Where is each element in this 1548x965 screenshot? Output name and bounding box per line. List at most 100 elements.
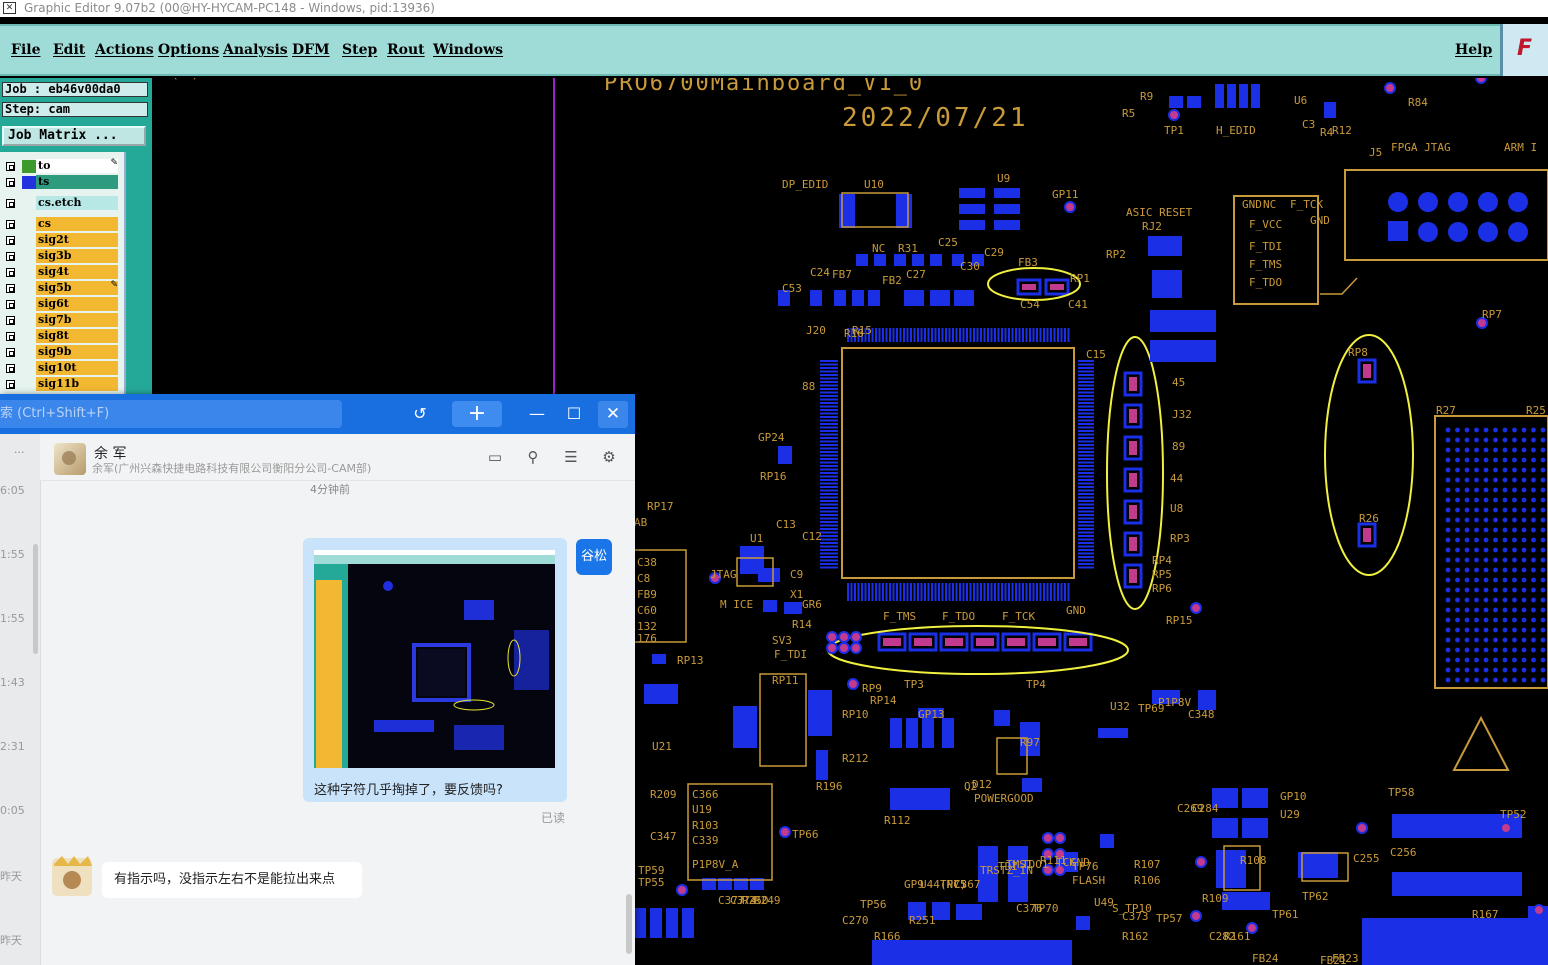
menu-step[interactable]: Step xyxy=(342,42,377,58)
bga-ball xyxy=(1512,467,1517,473)
chat-search-input[interactable]: 索 (Ctrl+Shift+F) xyxy=(0,400,342,428)
layer-name[interactable]: cs xyxy=(36,217,118,231)
layer-row-sig6t[interactable]: sig6t xyxy=(0,296,124,312)
layer-row-to[interactable]: to ✎ xyxy=(0,158,124,174)
menu-file[interactable]: File xyxy=(11,42,40,58)
layer-row-cs[interactable]: cs xyxy=(0,216,124,232)
contact-avatar-small[interactable] xyxy=(48,854,96,898)
layer-name[interactable]: sig5b xyxy=(36,281,118,295)
layer-checkbox[interactable] xyxy=(6,268,15,277)
ic-pin xyxy=(875,328,877,342)
menu-analysis[interactable]: Analysis xyxy=(223,42,288,58)
ic-pin xyxy=(906,583,909,601)
bga-ball xyxy=(1521,647,1527,653)
layer-checkbox[interactable] xyxy=(6,252,15,261)
via xyxy=(850,631,862,643)
layer-row-sig4t[interactable]: sig4t xyxy=(0,264,124,280)
layer-name[interactable]: sig11b xyxy=(36,377,118,391)
bga-ball xyxy=(1483,667,1489,673)
layer-name[interactable]: sig6t xyxy=(36,297,118,311)
bga-ball xyxy=(1502,667,1508,673)
ic-pin xyxy=(820,363,838,366)
close-button[interactable]: ✕ xyxy=(598,401,628,428)
layer-row-ts[interactable]: ts xyxy=(0,174,124,190)
bga-ball xyxy=(1483,477,1489,483)
ic-pin xyxy=(820,517,838,520)
layer-name[interactable]: sig8t xyxy=(36,329,118,343)
maximize-icon[interactable]: ☐ xyxy=(563,403,585,425)
layer-row-sig11b[interactable]: sig11b xyxy=(0,376,124,392)
smd-pad-block xyxy=(1098,728,1128,738)
bga-ball xyxy=(1531,597,1536,603)
layer-name[interactable]: sig7b xyxy=(36,313,118,327)
layer-row-sig7b[interactable]: sig7b xyxy=(0,312,124,328)
add-button[interactable]: + xyxy=(452,401,502,427)
self-avatar[interactable]: 谷松 xyxy=(576,539,612,575)
sent-message-bubble[interactable]: 这种字符几乎掏掉了，要反馈吗? xyxy=(303,538,567,802)
add-member-icon[interactable]: ⚲ xyxy=(522,446,544,468)
ic-pin xyxy=(820,416,838,418)
layer-checkbox[interactable] xyxy=(6,316,15,325)
layer-name[interactable]: sig4t xyxy=(36,265,118,279)
layer-name[interactable]: to xyxy=(36,159,118,173)
bga-ball xyxy=(1521,617,1527,623)
menu-rout[interactable]: Rout xyxy=(387,42,425,58)
pcb-component-label: J5 xyxy=(1369,146,1382,159)
layer-checkbox[interactable] xyxy=(6,236,15,245)
menu-help[interactable]: Help xyxy=(1455,42,1492,58)
bga-ball xyxy=(1540,527,1546,533)
bga-ball xyxy=(1493,597,1498,603)
layer-name[interactable]: cs.etch xyxy=(36,196,118,210)
layer-name[interactable]: ts xyxy=(36,175,118,189)
received-message-bubble[interactable]: 有指示吗，没指示左右不是能拉出来点 xyxy=(102,862,362,898)
sidebar-scrollbar[interactable] xyxy=(33,544,38,654)
job-matrix-button[interactable]: Job Matrix ... xyxy=(2,126,146,146)
layer-checkbox[interactable] xyxy=(6,380,15,389)
layer-row-sig10t[interactable]: sig10t xyxy=(0,360,124,376)
ic-pin xyxy=(1078,447,1094,450)
layer-row-sig3b[interactable]: sig3b xyxy=(0,248,124,264)
chat-scrollbar[interactable] xyxy=(626,894,632,954)
bga-ball xyxy=(1474,467,1479,473)
bga-ball xyxy=(1512,527,1517,533)
layer-row-sig8t[interactable]: sig8t xyxy=(0,328,124,344)
screenshot-thumbnail[interactable] xyxy=(314,550,555,768)
layer-name[interactable]: sig10t xyxy=(36,361,118,375)
job-field[interactable]: Job : eb46v00da0 xyxy=(2,82,148,97)
layer-checkbox[interactable] xyxy=(6,199,15,208)
menu-dfm[interactable]: DFM xyxy=(292,42,330,58)
history-icon[interactable]: ↺ xyxy=(408,403,432,425)
ic-pin xyxy=(1078,528,1094,530)
layer-row-cs-etch[interactable]: cs.etch xyxy=(0,195,124,211)
layer-name[interactable]: sig9b xyxy=(36,345,118,359)
layer-checkbox[interactable] xyxy=(6,364,15,373)
step-field[interactable]: Step: cam xyxy=(2,102,148,117)
search-history-icon[interactable]: ☰ xyxy=(560,446,582,468)
layer-checkbox[interactable] xyxy=(6,332,15,341)
ic-pin xyxy=(1029,328,1031,342)
layer-checkbox[interactable] xyxy=(6,178,15,187)
bga-ball xyxy=(1493,437,1498,443)
layer-checkbox[interactable] xyxy=(6,284,15,293)
pcb-component-label: TP56 xyxy=(860,898,887,911)
bga-ball xyxy=(1445,677,1451,683)
menu-options[interactable]: Options xyxy=(158,42,219,58)
minimize-icon[interactable]: — xyxy=(526,403,548,425)
contact-avatar[interactable] xyxy=(54,443,86,475)
layer-row-sig5b[interactable]: sig5b ✎ xyxy=(0,280,124,296)
layer-checkbox[interactable] xyxy=(6,300,15,309)
layer-checkbox[interactable] xyxy=(6,220,15,229)
menu-actions[interactable]: Actions xyxy=(95,42,154,58)
layer-row-sig2t[interactable]: sig2t xyxy=(0,232,124,248)
folder-icon[interactable]: ▭ xyxy=(484,446,506,468)
layer-checkbox[interactable] xyxy=(6,162,15,171)
layer-name[interactable]: sig3b xyxy=(36,249,118,263)
menu-windows[interactable]: Windows xyxy=(433,42,503,58)
menu-edit[interactable]: Edit xyxy=(53,42,85,58)
pcb-component-label: C27 xyxy=(906,268,926,281)
bga-ball xyxy=(1445,477,1451,483)
layer-checkbox[interactable] xyxy=(6,348,15,357)
layer-name[interactable]: sig2t xyxy=(36,233,118,247)
layer-row-sig9b[interactable]: sig9b xyxy=(0,344,124,360)
settings-gear-icon[interactable]: ⚙ xyxy=(598,446,620,468)
